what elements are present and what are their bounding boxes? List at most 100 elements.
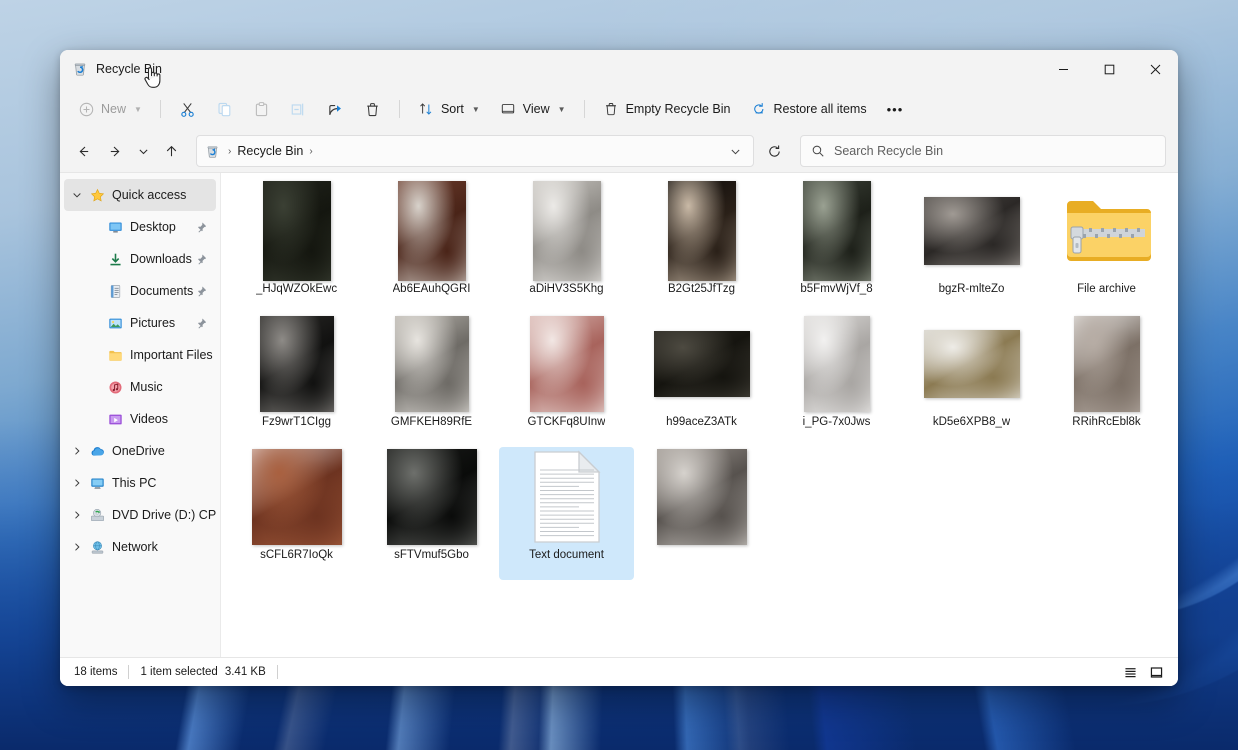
details-view-button[interactable] bbox=[1118, 661, 1142, 683]
restore-all-items-button[interactable]: Restore all items bbox=[742, 94, 876, 124]
maximize-button[interactable] bbox=[1086, 50, 1132, 88]
up-button[interactable] bbox=[156, 136, 186, 166]
file-item[interactable]: File archive bbox=[1039, 181, 1174, 314]
file-grid: _HJqWZOkEwc Ab6EAuhQGRI aDiHV3S5Khg B2Gt25J… bbox=[229, 181, 1178, 580]
large-icons-view-button[interactable] bbox=[1144, 661, 1168, 683]
status-item-count: 18 items bbox=[74, 666, 118, 678]
file-item[interactable]: GTCKFq8UInw bbox=[499, 314, 634, 447]
file-name-label: i_PG-7x0Jws bbox=[802, 416, 871, 428]
file-item[interactable]: aDiHV3S5Khg bbox=[499, 181, 634, 314]
file-list-view[interactable]: _HJqWZOkEwc Ab6EAuhQGRI aDiHV3S5Khg B2Gt25J… bbox=[221, 173, 1178, 657]
sidebar-item-videos[interactable]: Videos bbox=[64, 403, 216, 435]
videos-icon bbox=[104, 412, 126, 427]
trash-icon bbox=[603, 101, 619, 117]
refresh-button[interactable] bbox=[760, 136, 788, 166]
delete-button[interactable] bbox=[355, 94, 390, 124]
new-button-label: New bbox=[101, 102, 127, 116]
share-button[interactable] bbox=[318, 94, 353, 124]
sidebar-item-desktop[interactable]: Desktop bbox=[64, 211, 216, 243]
toolbar-divider-2 bbox=[398, 100, 400, 118]
status-divider bbox=[128, 665, 130, 679]
back-button[interactable] bbox=[68, 136, 98, 166]
file-item[interactable]: Ab6EAuhQGRI bbox=[364, 181, 499, 314]
text-document-icon bbox=[531, 450, 603, 544]
sidebar-item-network[interactable]: Network bbox=[64, 531, 216, 563]
pin-icon[interactable] bbox=[198, 317, 210, 329]
sidebar-item-label: DVD Drive (D:) CPRA bbox=[112, 508, 216, 522]
chevron-down-icon[interactable] bbox=[68, 190, 86, 200]
file-item[interactable]: Text document bbox=[499, 447, 634, 580]
address-dropdown-button[interactable] bbox=[723, 139, 747, 163]
pictures-icon bbox=[104, 316, 126, 331]
sidebar-item-dvd-drive-d-cpra[interactable]: DVD Drive (D:) CPRA bbox=[64, 499, 216, 531]
sort-button-label: Sort bbox=[440, 102, 464, 116]
breadcrumb-separator: › bbox=[228, 145, 232, 157]
view-button-label: View bbox=[522, 102, 550, 116]
see-more-button[interactable]: ••• bbox=[878, 94, 913, 124]
chevron-right-icon[interactable] bbox=[68, 510, 86, 520]
file-thumbnail bbox=[386, 449, 477, 545]
recent-locations-button[interactable] bbox=[132, 136, 154, 166]
sidebar-item-documents[interactable]: Documents bbox=[64, 275, 216, 307]
file-item[interactable]: sCFL6R7IoQk bbox=[229, 447, 364, 580]
file-item[interactable]: sFTVmuf5Gbo bbox=[364, 447, 499, 580]
chevron-right-icon[interactable] bbox=[68, 542, 86, 552]
file-item[interactable] bbox=[634, 447, 769, 580]
window-body: Quick access Desktop Downloads Documents Pic… bbox=[60, 172, 1178, 657]
zipped-folder-icon bbox=[1063, 195, 1151, 267]
file-item[interactable]: Fz9wrT1CIgg bbox=[229, 314, 364, 447]
pin-icon[interactable] bbox=[198, 253, 210, 265]
file-item[interactable]: B2Gt25JfTzg bbox=[634, 181, 769, 314]
sidebar-item-quick-access[interactable]: Quick access bbox=[64, 179, 216, 211]
scissors-icon bbox=[179, 101, 196, 118]
sidebar-item-label: Pictures bbox=[130, 316, 176, 330]
breadcrumb-recycle-bin[interactable]: Recycle Bin bbox=[237, 144, 303, 158]
file-name-label: RRihRcEbl8k bbox=[1072, 416, 1141, 428]
cut-button[interactable] bbox=[170, 94, 205, 124]
chevron-down-icon: ▼ bbox=[471, 104, 480, 114]
file-item[interactable]: i_PG-7x0Jws bbox=[769, 314, 904, 447]
paste-button[interactable] bbox=[244, 94, 279, 124]
sidebar-item-downloads[interactable]: Downloads bbox=[64, 243, 216, 275]
sidebar-item-pictures[interactable]: Pictures bbox=[64, 307, 216, 339]
file-item[interactable]: _HJqWZOkEwc bbox=[229, 181, 364, 314]
sidebar-item-music[interactable]: Music bbox=[64, 371, 216, 403]
sort-button[interactable]: Sort ▼ bbox=[409, 94, 489, 124]
file-item[interactable]: kD5e6XPB8_w bbox=[904, 314, 1039, 447]
breadcrumb-separator-2[interactable]: › bbox=[307, 146, 314, 157]
address-bar[interactable]: › Recycle Bin › bbox=[196, 135, 754, 167]
file-item[interactable]: h99aceZ3ATk bbox=[634, 314, 769, 447]
restore-icon bbox=[751, 101, 767, 117]
close-button[interactable] bbox=[1132, 50, 1178, 88]
file-item[interactable]: GMFKEH89RfE bbox=[364, 314, 499, 447]
photo-thumbnail bbox=[803, 316, 870, 412]
search-input[interactable]: Search Recycle Bin bbox=[800, 135, 1166, 167]
sidebar-item-important-files[interactable]: Important Files bbox=[64, 339, 216, 371]
new-button[interactable]: New ▼ bbox=[70, 94, 151, 124]
photo-thumbnail bbox=[802, 181, 871, 281]
empty-recycle-bin-button[interactable]: Empty Recycle Bin bbox=[594, 94, 740, 124]
view-toggle-group bbox=[1118, 661, 1168, 683]
sidebar-item-onedrive[interactable]: OneDrive bbox=[64, 435, 216, 467]
forward-button[interactable] bbox=[100, 136, 130, 166]
sidebar-item-this-pc[interactable]: This PC bbox=[64, 467, 216, 499]
sidebar-item-label: Downloads bbox=[130, 252, 192, 266]
sidebar-item-label: Important Files bbox=[130, 348, 213, 362]
pin-icon[interactable] bbox=[198, 221, 210, 233]
photo-thumbnail bbox=[923, 330, 1020, 398]
file-item[interactable]: RRihRcEbl8k bbox=[1039, 314, 1174, 447]
photo-thumbnail bbox=[259, 316, 334, 412]
chevron-right-icon[interactable] bbox=[68, 478, 86, 488]
file-thumbnail bbox=[1073, 316, 1140, 412]
pin-icon[interactable] bbox=[198, 285, 210, 297]
file-thumbnail bbox=[803, 316, 870, 412]
rename-button[interactable] bbox=[281, 94, 316, 124]
view-button[interactable]: View ▼ bbox=[491, 94, 575, 124]
chevron-right-icon[interactable] bbox=[68, 446, 86, 456]
file-item[interactable]: bgzR-mlteZo bbox=[904, 181, 1039, 314]
file-item[interactable]: b5FmvWjVf_8 bbox=[769, 181, 904, 314]
address-bar-actions bbox=[723, 139, 747, 163]
minimize-button[interactable] bbox=[1040, 50, 1086, 88]
copy-button[interactable] bbox=[207, 94, 242, 124]
file-thumbnail bbox=[259, 316, 334, 412]
